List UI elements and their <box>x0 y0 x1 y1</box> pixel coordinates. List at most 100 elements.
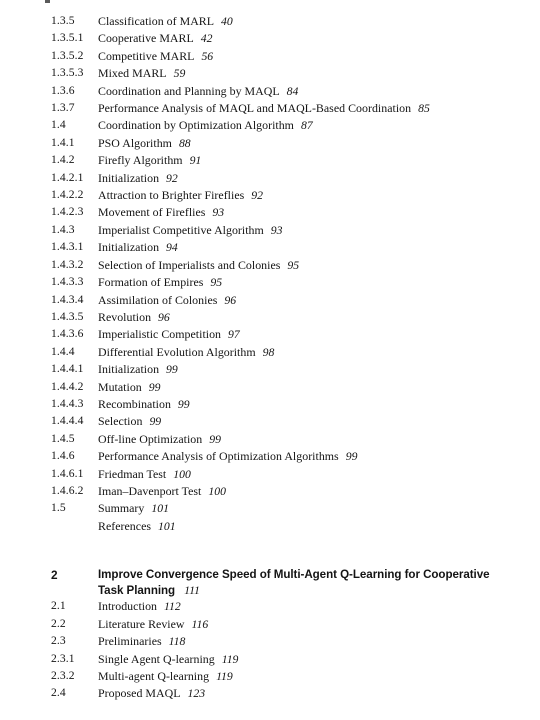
toc-entry[interactable]: 1.4.3.1 Initialization 94 <box>0 239 540 256</box>
toc-entry-number: 1.4.6.1 <box>51 466 84 480</box>
toc-entry[interactable]: 1.4.4.3 Recombination 99 <box>0 396 540 413</box>
toc-entry[interactable]: 1.4 Coordination by Optimization Algorith… <box>0 117 540 134</box>
toc-entry-title: Improve Convergence Speed of Multi-Agent… <box>98 567 540 598</box>
toc-entry-page-number: 119 <box>216 670 233 683</box>
toc-entry-page-number: 101 <box>151 502 169 516</box>
toc-entry-page-number: 116 <box>191 617 209 631</box>
toc-entry-title-text: Improve Convergence Speed of Multi-Agent… <box>98 568 490 597</box>
toc-chapter-entry[interactable]: 2 Improve Convergence Speed of Multi-Agen… <box>0 567 540 598</box>
toc-entry[interactable]: 1.4.3.5 Revolution 96 <box>0 309 540 326</box>
toc-entry[interactable]: 1.4.5 Off-line Optimization 99 <box>0 431 540 448</box>
toc-entry-number: 1.4.3.3 <box>51 275 84 289</box>
toc-entry[interactable]: 2.1 Introduction 112 <box>0 598 540 615</box>
toc-entry-title-text: PSO Algorithm <box>98 135 172 150</box>
toc-entry-title-text: Preliminaries <box>98 634 162 649</box>
toc-entry-title-text: Coordination by Optimization Algorithm <box>98 118 294 133</box>
toc-entry-title-text: Recombination <box>98 396 171 411</box>
toc-entry-title-text: Selection of Imperialists and Colonies <box>98 257 281 272</box>
toc-entry-page-number: 95 <box>287 258 300 272</box>
toc-entry-page-number: 93 <box>212 206 225 220</box>
toc-entry[interactable]: 1.4.4.2 Mutation 99 <box>0 379 540 396</box>
toc-entry-title: Revolution 96 <box>98 309 540 326</box>
toc-entry-page-number: 112 <box>164 600 181 614</box>
toc-entry-number: 1.5 <box>51 501 66 515</box>
toc-entry-page-number: 99 <box>345 450 358 464</box>
toc-entry[interactable]: 1.3.5.3 Mixed MARL 59 <box>0 65 540 82</box>
toc-entry-title: Mutation 99 <box>98 379 540 396</box>
toc-entry-number: 1.4.3.2 <box>51 257 84 271</box>
toc-entry[interactable]: 1.3.6 Coordination and Planning by MAQL 84 <box>0 83 540 100</box>
toc-entry[interactable]: 1.3.5.2 Competitive MARL 56 <box>0 48 540 65</box>
toc-entry-title: Attraction to Brighter Fireflies 92 <box>98 187 540 204</box>
toc-entry[interactable]: 1.4.6.2 Iman–Davenport Test 100 <box>0 483 540 500</box>
toc-entry[interactable]: 2.3 Preliminaries 118 <box>0 633 540 650</box>
toc-entry-title-text: Initialization <box>98 362 160 377</box>
toc-entry-number: 1.4.3 <box>51 222 75 236</box>
toc-entry-page-number: 100 <box>208 484 226 498</box>
toc-entry-number: 1.3.5.1 <box>51 31 84 45</box>
toc-entry-title: Performance Analysis of Optimization Alg… <box>98 448 540 465</box>
toc-entry-page-number: 99 <box>209 432 221 446</box>
toc-entry-title-text: Imperialist Competitive Algorithm <box>98 222 264 237</box>
toc-entry-title-text: Imperialistic Competition <box>98 327 222 342</box>
toc-entry-page-number: 118 <box>168 635 186 649</box>
toc-entry-title: Imperialistic Competition 97 <box>98 326 540 343</box>
toc-entry[interactable]: 2.3.2 Multi-agent Q-learning 119 <box>0 668 540 685</box>
toc-entry-title-text: Formation of Empires <box>98 275 204 290</box>
toc-entry[interactable]: 1.5 Summary 101 <box>0 500 540 517</box>
toc-entry-number: 1.4.3.1 <box>51 240 84 254</box>
toc-entry-title: Single Agent Q-learning 119 <box>98 651 540 668</box>
toc-entry-title-text: Mutation <box>98 379 142 394</box>
toc-entry-number: 1.4.4 <box>51 344 75 358</box>
toc-entry-number: 2 <box>51 568 58 583</box>
toc-entry[interactable]: 1.3.7 Performance Analysis of MAQL and MA… <box>0 100 540 117</box>
toc-entry-title-text: Iman–Davenport Test <box>98 483 202 498</box>
toc-entry[interactable]: 1.4.4.1 Initialization 99 <box>0 361 540 378</box>
toc-entry[interactable]: References 101 <box>0 518 540 535</box>
toc-entry[interactable]: 1.3.5.1 Cooperative MARL 42 <box>0 30 540 47</box>
toc-entry-title-text: Revolution <box>98 309 152 324</box>
toc-entry[interactable]: 1.4.3.2 Selection of Imperialists and Col… <box>0 257 540 274</box>
toc-entry-title: Selection 99 <box>98 413 540 430</box>
toc-entry[interactable]: 1.4.3.4 Assimilation of Colonies 96 <box>0 292 540 309</box>
toc-entry-title-text: Proposed MAQL <box>98 686 181 701</box>
toc-entry-title-text: Differential Evolution Algorithm <box>98 344 256 359</box>
toc-entry[interactable]: 1.4.2.3 Movement of Fireflies 93 <box>0 204 540 221</box>
toc-entry-page-number: 85 <box>418 102 430 116</box>
toc-entry[interactable]: 1.3.5 Classification of MARL 40 <box>0 13 540 30</box>
toc-entry[interactable]: 1.4.6.1 Friedman Test 100 <box>0 466 540 483</box>
toc-entry-page-number: 99 <box>148 380 161 394</box>
toc-entry[interactable]: 2.3.1 Single Agent Q-learning 119 <box>0 651 540 668</box>
toc-entry[interactable]: 1.4.1 PSO Algorithm 88 <box>0 135 540 152</box>
toc-entry-title: Literature Review 116 <box>98 616 540 633</box>
toc-entry[interactable]: 1.4.3 Imperialist Competitive Algorithm 93 <box>0 222 540 239</box>
toc-entry-title: Selection of Imperialists and Colonies 95 <box>98 257 540 274</box>
toc-entry-page-number: 101 <box>158 519 176 533</box>
toc-entry-number: 2.2 <box>51 616 66 630</box>
toc-entry-number: 2.3.2 <box>51 669 75 682</box>
toc-entry[interactable]: 1.4.6 Performance Analysis of Optimizatio… <box>0 448 540 465</box>
toc-entry[interactable]: 1.4.3.6 Imperialistic Competition 97 <box>0 326 540 343</box>
toc-entry-title-text: Mixed MARL <box>98 66 167 81</box>
toc-entry-title-text: Multi-agent Q-learning <box>98 669 210 683</box>
toc-entry[interactable]: 1.4.3.3 Formation of Empires 95 <box>0 274 540 291</box>
toc-entry[interactable]: 1.4.2.2 Attraction to Brighter Fireflies 9… <box>0 187 540 204</box>
toc-entry-title: Off-line Optimization 99 <box>98 431 540 448</box>
toc-entry-title-text: Introduction <box>98 599 158 614</box>
toc-entry-title-text: Coordination and Planning by MAQL <box>98 83 280 98</box>
toc-entry-title-text: Initialization <box>98 240 160 255</box>
toc-entry[interactable]: 2.4 Proposed MAQL 123 <box>0 685 540 702</box>
toc-entry-number: 1.4.5 <box>51 431 75 445</box>
toc-entry[interactable]: 1.4.4 Differential Evolution Algorithm 98 <box>0 344 540 361</box>
toc-entry[interactable]: 2.2 Literature Review 116 <box>0 616 540 633</box>
toc-entry[interactable]: 1.4.2.1 Initialization 92 <box>0 170 540 187</box>
toc-entry-title: Iman–Davenport Test 100 <box>98 483 540 500</box>
toc-entry-title: Imperialist Competitive Algorithm 93 <box>98 222 540 239</box>
toc-entry-page-number: 100 <box>173 467 191 481</box>
toc-entry-title-text: Selection <box>98 414 143 429</box>
toc-entry[interactable]: 1.4.4.4 Selection 99 <box>0 413 540 430</box>
toc-entry[interactable]: 1.4.2 Firefly Algorithm 91 <box>0 152 540 169</box>
toc-entry-number: 1.4.3.6 <box>51 327 84 341</box>
page-header-scan-artifact <box>45 0 50 3</box>
toc-entry-page-number: 92 <box>166 171 178 185</box>
